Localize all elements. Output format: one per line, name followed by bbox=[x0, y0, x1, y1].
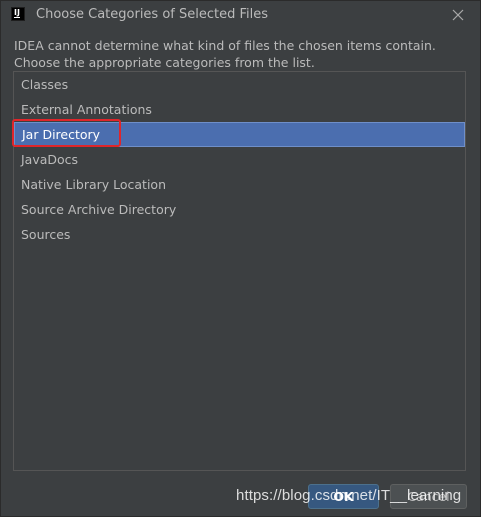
list-item-native-library-location[interactable]: Native Library Location bbox=[14, 172, 465, 197]
list-item-source-archive-directory[interactable]: Source Archive Directory bbox=[14, 197, 465, 222]
intellij-app-icon: IJ bbox=[11, 7, 25, 21]
choose-categories-dialog: IJ Choose Categories of Selected Files I… bbox=[0, 0, 481, 517]
title-bar[interactable]: IJ Choose Categories of Selected Files bbox=[1, 1, 480, 30]
cancel-button[interactable]: Cancel bbox=[390, 484, 467, 509]
ok-button[interactable]: OK bbox=[308, 484, 379, 509]
app-icon-glyph: IJ bbox=[14, 8, 20, 17]
dialog-message: IDEA cannot determine what kind of files… bbox=[14, 37, 436, 71]
close-icon bbox=[452, 9, 464, 21]
close-button[interactable] bbox=[448, 5, 468, 25]
dialog-title: Choose Categories of Selected Files bbox=[36, 7, 269, 22]
list-item-javadocs[interactable]: JavaDocs bbox=[14, 147, 465, 172]
list-item-external-annotations[interactable]: External Annotations bbox=[14, 97, 465, 122]
list-item-classes[interactable]: Classes bbox=[14, 72, 465, 97]
message-line-2: Choose the appropriate categories from t… bbox=[14, 55, 315, 70]
categories-list[interactable]: Classes External Annotations Jar Directo… bbox=[13, 71, 466, 471]
list-item-sources[interactable]: Sources bbox=[14, 222, 465, 247]
message-line-1: IDEA cannot determine what kind of files… bbox=[14, 38, 436, 53]
list-item-jar-directory[interactable]: Jar Directory bbox=[14, 122, 465, 147]
